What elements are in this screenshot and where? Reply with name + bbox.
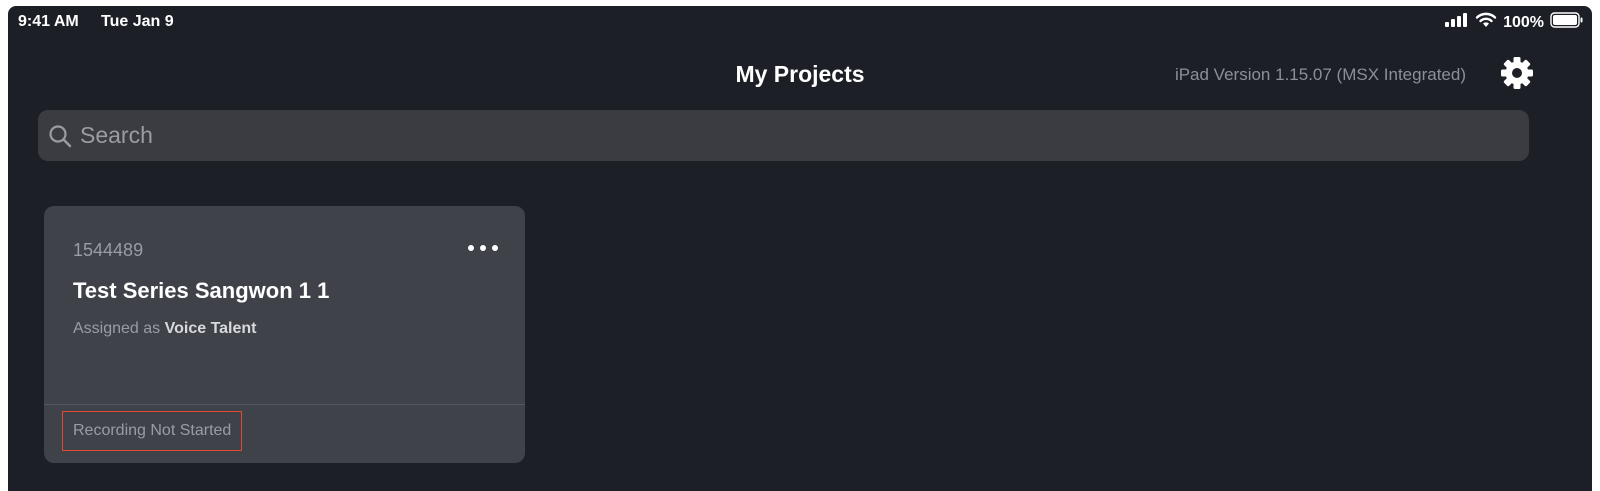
assigned-role: Voice Talent <box>164 320 257 337</box>
more-options-button[interactable] <box>465 236 501 260</box>
gear-icon <box>1500 56 1534 95</box>
search-icon <box>48 124 72 148</box>
wifi-icon <box>1475 12 1497 33</box>
cellular-signal-icon <box>1445 12 1469 33</box>
status-bar: 9:41 AM Tue Jan 9 100% <box>8 6 1592 36</box>
status-indicators: 100% <box>1445 12 1584 33</box>
battery-icon <box>1550 12 1584 33</box>
project-id: 1544489 <box>73 240 144 260</box>
status-date: Tue Jan 9 <box>101 13 174 30</box>
app-window: 9:41 AM Tue Jan 9 100% My Projects iPad … <box>8 6 1592 491</box>
recording-status: Recording Not Started <box>62 411 243 451</box>
project-title: Test Series Sangwon 1 1 <box>73 278 330 303</box>
settings-button[interactable] <box>1498 56 1536 94</box>
status-time: 9:41 AM <box>18 13 79 30</box>
card-divider <box>44 404 525 405</box>
battery-percent: 100% <box>1503 13 1544 31</box>
search-input[interactable] <box>80 122 1500 149</box>
project-card[interactable]: 1544489 Test Series Sangwon 1 1 Assigned… <box>44 206 525 463</box>
search-bar[interactable] <box>38 110 1529 161</box>
version-label: iPad Version 1.15.07 (MSX Integrated) <box>1174 65 1466 84</box>
ellipsis-icon <box>467 239 499 257</box>
project-assignment: Assigned as Voice Talent <box>73 320 257 338</box>
assigned-label: Assigned as <box>73 320 161 337</box>
